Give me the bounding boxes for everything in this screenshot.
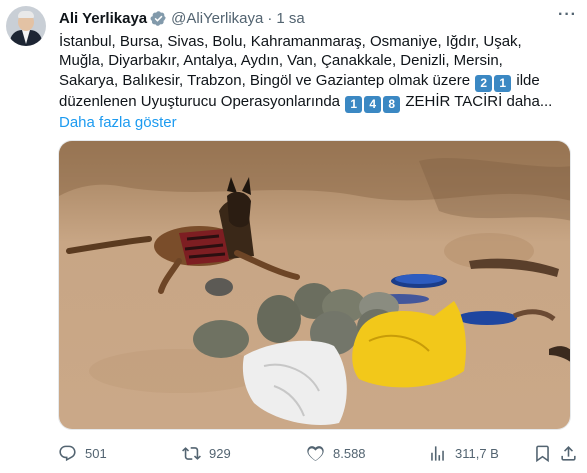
author-avatar[interactable] [6, 6, 46, 46]
keycap-emoji: 1 [345, 95, 363, 113]
tweet-actions: 501 929 8.588 311,7 B [58, 444, 578, 464]
share-button[interactable] [559, 444, 578, 466]
like-icon [307, 446, 324, 461]
separator: · [267, 9, 273, 27]
tweet-line-4: düzenlenen Uyuşturucu Operasyonlarında 1… [59, 92, 579, 113]
tweet-line-4-suffix: ZEHİR TACİRİ daha... [405, 92, 553, 110]
retweet-button[interactable]: 929 [182, 444, 231, 463]
reply-count: 501 [85, 446, 107, 461]
retweet-count: 929 [209, 446, 231, 461]
tweet-time[interactable]: 1 sa [276, 10, 304, 27]
bookmark-icon [536, 445, 549, 463]
tweet-line-4-text: düzenlenen Uyuşturucu Operasyonlarında [59, 92, 341, 110]
tweet-line-3: Sakarya, Balıkesir, Trabzon, Bingöl ve G… [59, 71, 579, 92]
author-handle[interactable]: @AliYerlikaya [171, 10, 263, 27]
reply-button[interactable]: 501 [58, 444, 107, 463]
more-icon[interactable]: ··· [558, 6, 577, 24]
views-count: 311,7 B [455, 446, 499, 461]
tweet-header: Ali Yerlikaya @AliYerlikaya · 1 sa [59, 8, 305, 28]
tweet-line-3-text: Sakarya, Balıkesir, Trabzon, Bingöl ve G… [59, 71, 471, 89]
tweet-line-3-suffix: ilde [516, 71, 540, 89]
like-button[interactable]: 8.588 [306, 444, 366, 463]
reply-icon [59, 445, 76, 462]
keycap-emoji: 1 [494, 74, 512, 92]
views-icon [431, 446, 444, 461]
keycap-emoji: 8 [383, 95, 401, 113]
tweet-line-2: Muğla, Diyarbakır, Antalya, Aydın, Van, … [59, 52, 503, 70]
author-name[interactable]: Ali Yerlikaya [59, 10, 147, 27]
like-count: 8.588 [333, 446, 366, 461]
tweet-line-1: İstanbul, Bursa, Sivas, Bolu, Kahramanma… [59, 33, 522, 50]
views-button[interactable]: 311,7 B [428, 444, 499, 463]
retweet-icon [182, 447, 201, 460]
tweet-text: İstanbul, Bursa, Sivas, Bolu, Kahramanma… [59, 32, 579, 132]
bookmark-button[interactable] [533, 444, 552, 466]
tweet-video[interactable] [58, 140, 571, 430]
share-icon [561, 446, 576, 461]
show-more-link[interactable]: Daha fazla göster [59, 113, 579, 132]
keycap-emoji: 4 [364, 95, 382, 113]
verified-icon [150, 10, 167, 27]
keycap-emoji: 2 [475, 74, 493, 92]
